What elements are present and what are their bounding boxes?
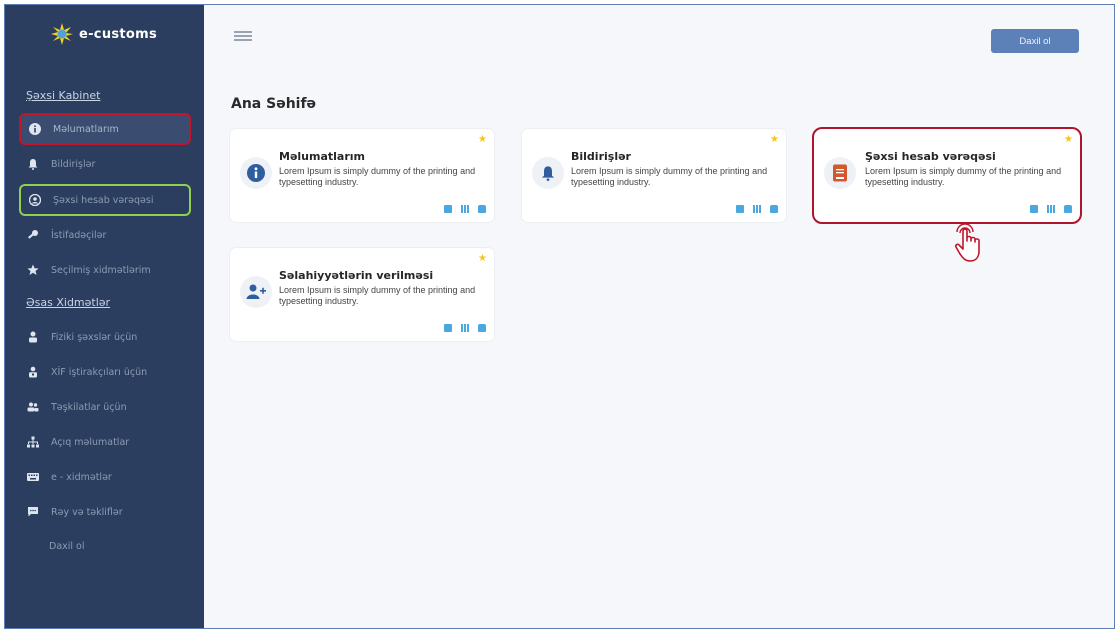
sidebar-item-label: İstifadəçilər	[51, 229, 107, 241]
card-description: Lorem Ipsum is simply dummy of the print…	[279, 285, 476, 306]
hamburger-icon[interactable]	[234, 31, 252, 41]
favorite-star-icon[interactable]: ★	[478, 253, 487, 264]
sidebar-item-label: Fiziki şəxslər üçün	[51, 331, 138, 343]
sidebar-item-label: Təşkilatlar üçün	[51, 401, 127, 413]
person-badge-icon	[26, 365, 40, 379]
sidebar-item-teskilatlar[interactable]: Təşkilatlar üçün	[19, 391, 191, 423]
brand[interactable]: e-customs	[51, 23, 157, 45]
card-actions	[736, 205, 778, 213]
group-icon	[26, 400, 40, 414]
sidebar-item-melumatlarim[interactable]: Məlumatlarım	[19, 113, 191, 145]
bell-icon	[26, 157, 40, 171]
card-selahiyyetler[interactable]: ★ Səlahiyyətlərin verilməsi Lorem Ipsum …	[230, 248, 494, 341]
card-sexsi-hesab[interactable]: ★ Şəxsi hesab vərəqəsi Lorem Ipsum is si…	[812, 127, 1082, 224]
section-title-services: Əsas Xidmətlər	[26, 296, 111, 309]
section-title-personal: Şəxsi Kabinet	[26, 89, 101, 102]
table-icon[interactable]	[461, 324, 469, 332]
lock-icon[interactable]	[478, 324, 486, 332]
table-icon[interactable]	[461, 205, 469, 213]
info-icon	[240, 157, 272, 189]
favorite-star-icon[interactable]: ★	[1064, 134, 1073, 145]
sidebar-item-rey[interactable]: Rəy və təkliflər	[19, 496, 191, 528]
sidebar-item-secilmis[interactable]: Seçilmiş xidmətlərim	[19, 254, 191, 286]
lock-icon[interactable]	[770, 205, 778, 213]
info-icon	[28, 122, 42, 136]
book-icon	[824, 157, 856, 189]
sidebar-item-label: e - xidmətlər	[51, 471, 112, 483]
document-icon[interactable]	[444, 324, 452, 332]
sidebar-item-istifadeciler[interactable]: İstifadəçilər	[19, 219, 191, 251]
app-window: e-customs Şəxsi Kabinet Məlumatlarım Bil…	[4, 4, 1115, 629]
card-title: Səlahiyyətlərin verilməsi	[279, 269, 434, 282]
login-button[interactable]: Daxil ol	[991, 29, 1079, 53]
card-title: Məlumatlarım	[279, 150, 366, 163]
table-icon[interactable]	[753, 205, 761, 213]
card-description: Lorem Ipsum is simply dummy of the print…	[865, 166, 1062, 187]
sidebar-item-label: Məlumatlarım	[53, 123, 119, 135]
card-title: Bildirişlər	[571, 150, 631, 163]
sidebar-item-sexsi-hesab[interactable]: Şəxsi hesab vərəqəsi	[19, 184, 191, 216]
bell-icon	[532, 157, 564, 189]
card-actions	[444, 324, 486, 332]
user-circle-icon	[28, 193, 42, 207]
sidebar-item-label: Açıq məlumatlar	[51, 436, 130, 448]
card-description: Lorem Ipsum is simply dummy of the print…	[571, 166, 768, 187]
document-icon[interactable]	[736, 205, 744, 213]
card-actions	[444, 205, 486, 213]
sidebar-item-aciq[interactable]: Açıq məlumatlar	[19, 426, 191, 458]
sidebar-item-label: XİF iştirakçıları üçün	[51, 366, 148, 378]
sidebar-login-link[interactable]: Daxil ol	[49, 541, 85, 552]
person-icon	[26, 330, 40, 344]
document-icon[interactable]	[444, 205, 452, 213]
sidebar-item-label: Bildirişlər	[51, 158, 96, 170]
sidebar-item-label: Rəy və təkliflər	[51, 506, 123, 518]
card-melumatlarim[interactable]: ★ Məlumatlarım Lorem Ipsum is simply dum…	[230, 129, 494, 222]
sidebar-item-label: Şəxsi hesab vərəqəsi	[53, 194, 154, 206]
lock-icon[interactable]	[478, 205, 486, 213]
page-title: Ana Səhifə	[231, 96, 317, 112]
sidebar: e-customs Şəxsi Kabinet Məlumatlarım Bil…	[5, 5, 204, 628]
hand-pointer-cursor-icon	[952, 219, 988, 265]
sidebar-item-e-xidmetler[interactable]: e - xidmətlər	[19, 461, 191, 493]
star-icon	[26, 263, 40, 277]
sidebar-item-fiziki[interactable]: Fiziki şəxslər üçün	[19, 321, 191, 353]
sidebar-item-label: Seçilmiş xidmətlərim	[51, 264, 151, 276]
sun-logo-icon	[51, 23, 73, 45]
sitemap-icon	[26, 435, 40, 449]
user-plus-icon	[240, 276, 272, 308]
favorite-star-icon[interactable]: ★	[478, 134, 487, 145]
key-icon	[26, 228, 40, 242]
table-icon[interactable]	[1047, 205, 1055, 213]
brand-name: e-customs	[79, 26, 158, 42]
card-actions	[1030, 205, 1072, 213]
document-icon[interactable]	[1030, 205, 1038, 213]
card-description: Lorem Ipsum is simply dummy of the print…	[279, 166, 476, 187]
card-title: Şəxsi hesab vərəqəsi	[865, 150, 996, 163]
lock-icon[interactable]	[1064, 205, 1072, 213]
comment-icon	[26, 505, 40, 519]
keyboard-icon	[26, 470, 40, 484]
sidebar-item-xif[interactable]: XİF iştirakçıları üçün	[19, 356, 191, 388]
card-bildirisler[interactable]: ★ Bildirişlər Lorem Ipsum is simply dumm…	[522, 129, 786, 222]
sidebar-item-bildirisler[interactable]: Bildirişlər	[19, 148, 191, 180]
favorite-star-icon[interactable]: ★	[770, 134, 779, 145]
